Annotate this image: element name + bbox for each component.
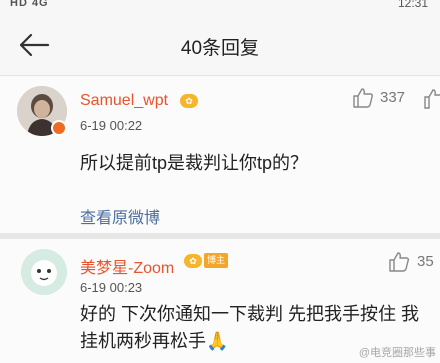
verified-badge-icon [51, 120, 67, 136]
view-original-post-link[interactable]: 查看原微博 [80, 204, 160, 228]
clock: 12:31 [397, 0, 428, 10]
watermark: @电竞圈那些事 [358, 347, 436, 359]
comment-time: 6-19 00:22 [80, 118, 143, 133]
page-title: 40条回复 [180, 38, 260, 59]
comment-time: 6-19 00:23 [80, 280, 143, 295]
avatar-cartoon-icon [21, 249, 67, 295]
comment-text: 所以提前tp是裁判让你tp的？ [80, 153, 309, 173]
comment-username[interactable]: Samuel_wpt [80, 92, 168, 110]
thumbs-up-icon[interactable] [424, 89, 440, 109]
comment-username[interactable]: 美梦星-Zoom [80, 254, 174, 278]
vip-icon: ✿ [184, 254, 202, 268]
comment-item[interactable]: 美梦星-Zoom ✿ 博主 6-19 00:23 35 好的 下次你通知一下裁判… [0, 239, 440, 363]
vip-icon: ✿ [180, 94, 198, 108]
status-bar: HD 4G 12:31 [0, 0, 440, 14]
thumbs-up-icon[interactable] [352, 87, 374, 109]
thumbs-up-icon[interactable] [388, 251, 410, 273]
header: 40条回复 [0, 14, 440, 76]
avatar[interactable] [21, 249, 67, 295]
comment-item[interactable]: Samuel_wpt ✿ 6-19 00:22 337 所以提前tp是裁判让你t… [0, 77, 440, 233]
like-count: 337 [380, 89, 406, 106]
network-indicator: HD 4G [10, 0, 49, 9]
author-badge: 博主 [204, 253, 229, 268]
like-count: 35 [417, 253, 434, 270]
